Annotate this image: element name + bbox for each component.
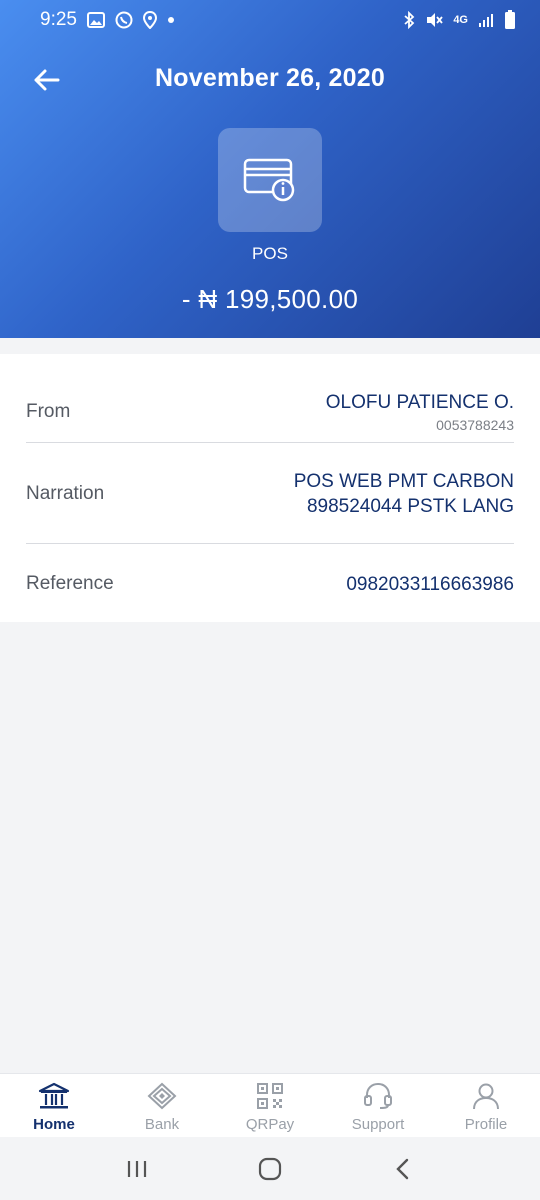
4g-icon: 4G — [453, 14, 468, 26]
back-icon — [396, 1158, 409, 1179]
nav-label: Home — [33, 1116, 75, 1133]
nav-label: Support — [351, 1116, 405, 1133]
card-info-icon — [243, 158, 295, 202]
home-button[interactable] — [240, 1149, 300, 1189]
bottom-navigation: Home Bank QRPay Support Profile — [0, 1073, 540, 1137]
bank-building-icon — [38, 1082, 70, 1109]
reference-row: Reference 0982033116663986 — [26, 566, 514, 602]
nav-qrpay[interactable]: QRPay — [216, 1074, 324, 1137]
gallery-icon — [86, 12, 105, 28]
whatsapp-icon — [115, 11, 133, 29]
from-account: 0053788243 — [436, 416, 514, 433]
narration-line1: POS WEB PMT CARBON — [293, 471, 514, 492]
from-row: From OLOFU PATIENCE O. 0053788243 — [26, 382, 514, 442]
location-icon — [142, 11, 157, 29]
transaction-amount: - ₦ 199,500.00 — [181, 284, 359, 314]
nav-label: Profile — [464, 1116, 508, 1133]
bluetooth-icon — [403, 11, 415, 29]
page-title: November 26, 2020 — [155, 64, 385, 92]
recents-button[interactable] — [107, 1149, 167, 1189]
signal-icon — [478, 12, 494, 28]
nav-label: QRPay — [245, 1116, 295, 1133]
transaction-details: From OLOFU PATIENCE O. 0053788243 Narrat… — [0, 354, 540, 622]
narration-label: Narration — [26, 483, 105, 504]
nav-profile[interactable]: Profile — [432, 1074, 540, 1137]
nav-label: Bank — [144, 1116, 180, 1133]
transaction-type: POS — [252, 244, 288, 263]
from-label: From — [26, 401, 71, 422]
battery-icon — [504, 10, 516, 30]
diamond-icon — [147, 1082, 177, 1110]
reference-value: 0982033116663986 — [346, 573, 514, 595]
narration-value: POS WEB PMT CARBON 898524044 PSTK LANG — [294, 469, 514, 519]
dot-icon — [167, 16, 175, 24]
narration-line2: 898524044 PSTK LANG — [306, 496, 514, 517]
nav-support[interactable]: Support — [324, 1074, 432, 1137]
reference-label: Reference — [26, 573, 114, 594]
user-icon — [473, 1083, 499, 1110]
qr-code-icon — [257, 1083, 283, 1109]
home-icon — [258, 1157, 282, 1180]
mute-icon — [425, 11, 444, 29]
from-value: OLOFU PATIENCE O. 0053788243 — [326, 390, 514, 435]
status-time: 9:25 — [40, 9, 77, 30]
system-navigation-bar — [0, 1137, 540, 1200]
transaction-header: 9:25 4G November 26, 2020 POS - ₦ 199,50… — [0, 0, 540, 338]
nav-home[interactable]: Home — [0, 1074, 108, 1137]
nav-bank[interactable]: Bank — [108, 1074, 216, 1137]
from-name: OLOFU PATIENCE O. — [325, 391, 514, 413]
status-bar: 9:25 4G — [0, 0, 540, 40]
divider — [26, 543, 514, 544]
recents-icon — [127, 1160, 146, 1177]
system-back-button[interactable] — [373, 1149, 433, 1189]
narration-row: Narration POS WEB PMT CARBON 898524044 P… — [26, 466, 514, 522]
headset-icon — [364, 1082, 392, 1109]
divider — [26, 442, 514, 443]
transaction-type-icon-box — [218, 128, 322, 232]
